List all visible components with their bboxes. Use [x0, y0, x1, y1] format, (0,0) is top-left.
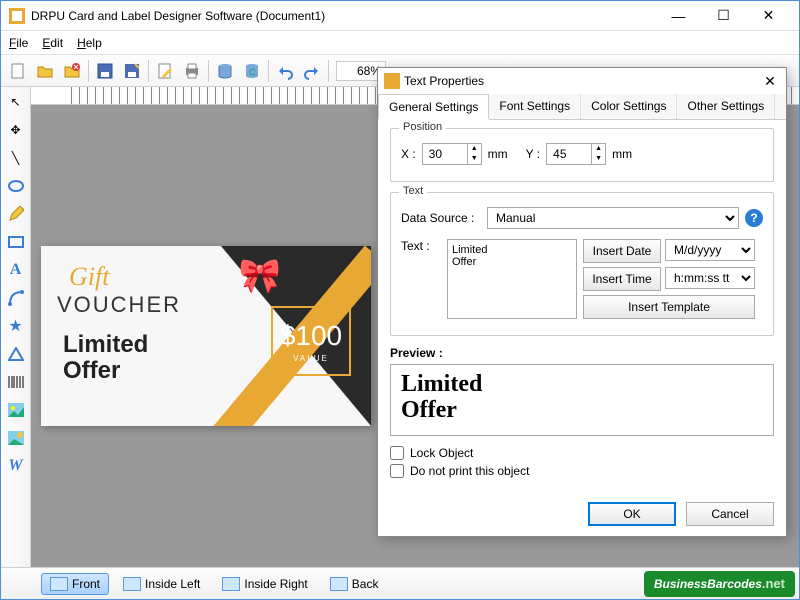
text-properties-dialog: Text Properties ✕ General Settings Font …: [377, 67, 787, 537]
y-unit: mm: [612, 147, 632, 161]
tab-back[interactable]: Back: [322, 574, 387, 594]
maximize-button[interactable]: ☐: [701, 2, 746, 30]
text-label: Text :: [401, 239, 441, 253]
noprint-checkbox[interactable]: [390, 464, 404, 478]
dialog-title: Text Properties: [404, 74, 760, 88]
print-icon[interactable]: [179, 58, 205, 84]
datasource-select[interactable]: Manual: [487, 207, 739, 229]
dialog-icon: [384, 73, 400, 89]
time-format-select[interactable]: h:mm:ss tt: [665, 267, 755, 289]
tab-color-settings[interactable]: Color Settings: [581, 94, 677, 119]
lock-object-label: Lock Object: [410, 446, 473, 460]
dialog-close-button[interactable]: ✕: [760, 71, 780, 91]
y-label: Y :: [526, 147, 540, 161]
menu-file[interactable]: File: [9, 36, 28, 50]
menu-edit[interactable]: Edit: [42, 36, 63, 50]
x-unit: mm: [488, 147, 508, 161]
insert-template-button[interactable]: Insert Template: [583, 295, 755, 319]
preview-label: Preview :: [390, 346, 774, 360]
undo-icon[interactable]: [272, 58, 298, 84]
arc-tool-icon[interactable]: [5, 287, 27, 309]
close-doc-icon[interactable]: [59, 58, 85, 84]
noprint-label: Do not print this object: [410, 464, 529, 478]
star-tool-icon[interactable]: ★: [5, 315, 27, 337]
tab-inside-right[interactable]: Inside Right: [214, 574, 315, 594]
x-label: X :: [401, 147, 416, 161]
minimize-button[interactable]: —: [656, 2, 701, 30]
barcode-tool-icon[interactable]: [5, 371, 27, 393]
pencil-tool-icon[interactable]: [5, 203, 27, 225]
ok-button[interactable]: OK: [588, 502, 676, 526]
database-icon[interactable]: [212, 58, 238, 84]
card-price-box: $100 VALUE: [271, 306, 351, 376]
open-icon[interactable]: [32, 58, 58, 84]
insert-date-button[interactable]: Insert Date: [583, 239, 661, 263]
pointer-tool-icon[interactable]: ↖: [5, 91, 27, 113]
tab-font-settings[interactable]: Font Settings: [489, 94, 581, 119]
tab-other-settings[interactable]: Other Settings: [677, 94, 775, 119]
position-legend: Position: [399, 121, 446, 133]
ellipse-tool-icon[interactable]: [5, 175, 27, 197]
text-tool-icon[interactable]: A: [5, 259, 27, 281]
x-spinner[interactable]: ▲▼: [422, 143, 482, 165]
wordart-tool-icon[interactable]: W: [5, 455, 27, 477]
y-spinner[interactable]: ▲▼: [546, 143, 606, 165]
help-icon[interactable]: ?: [745, 209, 763, 227]
rect-tool-icon[interactable]: [5, 231, 27, 253]
move-tool-icon[interactable]: ✥: [5, 119, 27, 141]
cancel-button[interactable]: Cancel: [686, 502, 774, 526]
line-tool-icon[interactable]: ╲: [5, 147, 27, 169]
menu-help[interactable]: Help: [77, 36, 102, 50]
date-format-select[interactable]: M/d/yyyy: [665, 239, 755, 261]
card-limited-text[interactable]: Limited Offer: [63, 332, 148, 385]
tab-inside-left[interactable]: Inside Left: [115, 574, 208, 594]
card-price: $100: [280, 320, 342, 352]
triangle-tool-icon[interactable]: [5, 343, 27, 365]
bow-icon: 🎀: [239, 256, 281, 296]
edit-icon[interactable]: [152, 58, 178, 84]
save-as-icon[interactable]: [119, 58, 145, 84]
new-icon[interactable]: [5, 58, 31, 84]
tab-general-settings[interactable]: General Settings: [378, 94, 489, 120]
card-voucher-text: VOUCHER: [57, 292, 181, 318]
card-value-label: VALUE: [293, 354, 329, 363]
close-button[interactable]: ✕: [746, 2, 791, 30]
datasource-label: Data Source :: [401, 211, 481, 225]
tab-front[interactable]: Front: [41, 573, 109, 595]
redo-icon[interactable]: [299, 58, 325, 84]
card-gift-text: Gift: [69, 262, 109, 292]
database-refresh-icon[interactable]: [239, 58, 265, 84]
library-tool-icon[interactable]: [5, 427, 27, 449]
save-icon[interactable]: [92, 58, 118, 84]
preview-box: Limited Offer: [390, 364, 774, 436]
text-legend: Text: [399, 185, 427, 197]
lock-object-checkbox[interactable]: [390, 446, 404, 460]
app-icon: [9, 8, 25, 24]
insert-time-button[interactable]: Insert Time: [583, 267, 661, 291]
text-input[interactable]: Limited Offer: [447, 239, 577, 319]
watermark: BusinessBarcodes.net: [644, 571, 795, 597]
window-title: DRPU Card and Label Designer Software (D…: [31, 9, 656, 23]
image-tool-icon[interactable]: [5, 399, 27, 421]
card-design[interactable]: 🎀 Gift VOUCHER Limited Offer $100 VALUE: [41, 246, 371, 426]
